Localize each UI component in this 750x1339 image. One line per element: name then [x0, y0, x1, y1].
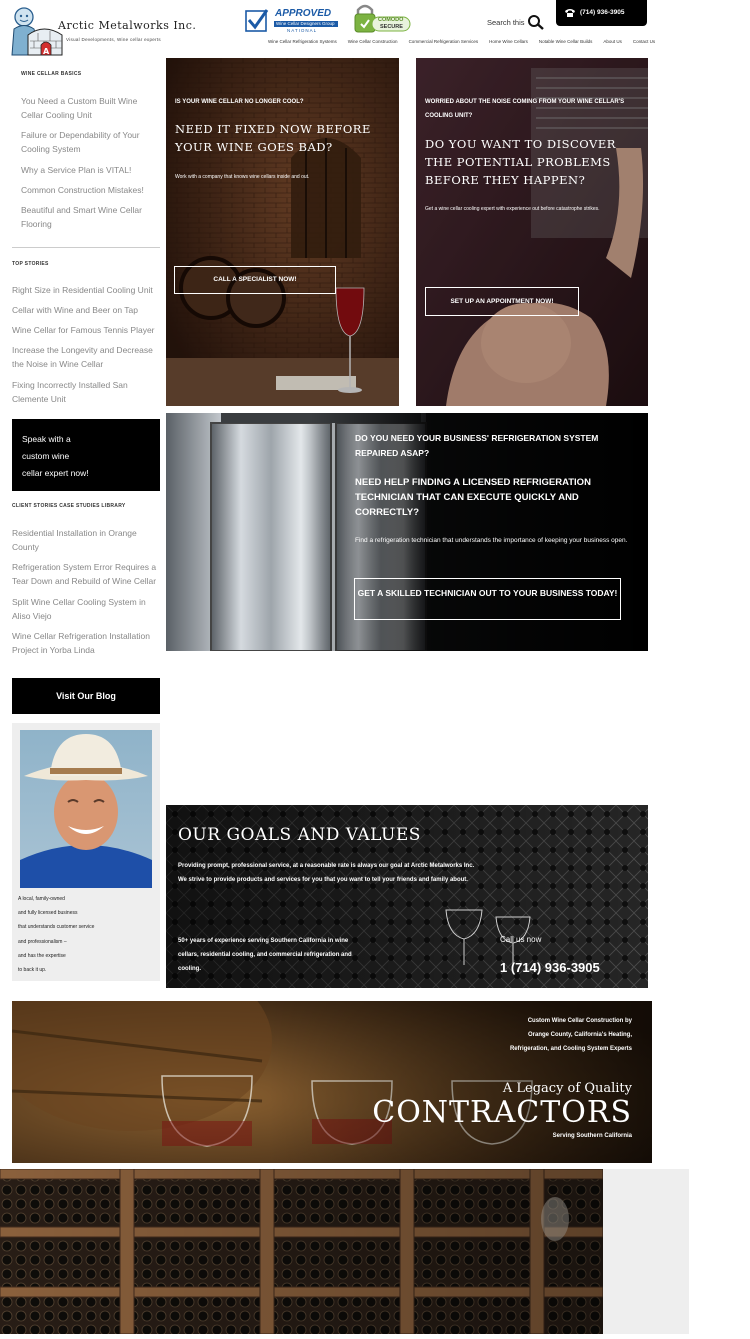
speak-line-2: custom wine [22, 451, 70, 461]
owner-photo [20, 730, 152, 888]
speak-line-3: cellar expert now! [22, 468, 89, 478]
top-navigation: Wine Cellar Refrigeration Systems Wine C… [268, 39, 655, 44]
nav-wine-cellar-construction[interactable]: Wine Cellar Construction [348, 39, 398, 44]
approved-title: APPROVED [275, 8, 332, 19]
story-link-beer-tap[interactable]: Cellar with Wine and Beer on Tap [12, 303, 160, 317]
speak-expert-box[interactable]: Speak with a custom wine cellar expert n… [12, 419, 160, 491]
panel3-headline: NEED HELP FINDING A LICENSED REFRIGERATI… [355, 477, 591, 518]
basics-link-service-plan[interactable]: Why a Service Plan is VITAL! [21, 163, 151, 177]
cellar-bottles-image [0, 1168, 604, 1335]
company-name[interactable]: Arctic Metalworks Inc. [58, 19, 196, 32]
legacy-subtitle: A Legacy of Quality [502, 1081, 632, 1096]
panel1-headline: NEED IT FIXED NOW BEFORE YOUR WINE GOES … [175, 122, 371, 154]
panel1-question: IS YOUR WINE CELLAR NO LONGER COOL? [175, 99, 304, 105]
phone-icon [565, 9, 575, 17]
search-label[interactable]: Search this [487, 18, 525, 27]
get-technician-button[interactable]: GET A SKILLED TECHNICIAN OUT TO YOUR BUS… [354, 578, 621, 620]
legacy-banner: Custom Wine Cellar Construction by Orang… [12, 1001, 652, 1163]
approved-line2: NATIONAL [287, 28, 318, 33]
cellar-arch-background [166, 58, 399, 406]
goals-title: OUR GOALS AND VALUES [178, 825, 421, 845]
visit-blog-button[interactable]: Visit Our Blog [12, 678, 160, 714]
wine-cellar-cool-panel: IS YOUR WINE CELLAR NO LONGER COOL? NEED… [166, 58, 399, 406]
top-stories-heading: TOP STORIES [12, 261, 49, 267]
goals-call-label: Call us now [500, 935, 542, 944]
owner-card: A local, family-owned and fully licensed… [12, 723, 160, 981]
goals-line-2: We strive to provide products and servic… [178, 877, 468, 883]
story-link-longevity-noise[interactable]: Increase the Longevity and Decrease the … [12, 343, 160, 371]
comodo-line2: SECURE [380, 24, 403, 30]
panel3-body: Find a refrigeration technician that und… [355, 537, 628, 544]
story-link-tennis-player[interactable]: Wine Cellar for Famous Tennis Player [12, 323, 160, 337]
owner-caption-5: and has the expertise [18, 952, 66, 959]
nav-contact-us[interactable]: Contact Us [633, 39, 655, 44]
case-link-tear-down[interactable]: Refrigeration System Error Requires a Te… [12, 560, 160, 588]
owner-caption-6: to back it up. [18, 967, 47, 974]
legacy-intro-3: Refrigeration, and Cooling System Expert… [509, 1046, 632, 1052]
basics-link-construction-mistakes[interactable]: Common Construction Mistakes! [21, 183, 151, 197]
nav-about-us[interactable]: About Us [603, 39, 622, 44]
case-link-aliso-viejo[interactable]: Split Wine Cellar Cooling System in Alis… [12, 595, 160, 623]
panel2-question: WORRIED ABOUT THE NOISE COMING FROM YOUR… [425, 99, 625, 119]
side-gray-block [603, 1169, 689, 1334]
svg-text:A: A [43, 47, 50, 56]
sidebar-divider [12, 247, 160, 248]
basics-link-failure[interactable]: Failure or Dependability of Your Cooling… [21, 128, 151, 156]
nav-home-wine-cellars[interactable]: Home Wine Cellars [489, 39, 528, 44]
legacy-intro-1: Custom Wine Cellar Construction by [527, 1018, 632, 1024]
nav-commercial-refrigeration[interactable]: Commercial Refrigeration Services [409, 39, 479, 44]
legacy-intro-2: Orange County, California's Heating, [528, 1032, 632, 1038]
nav-notable-builds[interactable]: Notable Wine Cellar Builds [539, 39, 593, 44]
owner-caption-3: that understands customer service [18, 924, 95, 931]
owner-caption-2: and fully licensed business [18, 910, 78, 917]
wine-cellar-basics-heading: WINE CELLAR BASICS [21, 71, 82, 77]
story-link-san-clemente[interactable]: Fixing Incorrectly Installed San Clement… [12, 378, 142, 406]
set-appointment-button[interactable]: SET UP AN APPOINTMENT NOW! [425, 287, 579, 316]
story-link-right-size[interactable]: Right Size in Residential Cooling Unit [12, 283, 160, 297]
goals-experience: 50+ years of experience serving Southern… [178, 938, 352, 972]
goals-line-1: Providing prompt, professional service, … [178, 863, 475, 869]
call-specialist-button[interactable]: CALL A SPECIALIST NOW! [174, 266, 336, 294]
panel2-headline: DO YOU WANT TO DISCOVER THE POTENTIAL PR… [425, 137, 616, 187]
comodo-secure-badge: COMODO SECURE [352, 2, 412, 34]
approved-badge: APPROVED Wine Cellar Designers Group NAT… [245, 8, 339, 34]
nav-refrigeration-systems[interactable]: Wine Cellar Refrigeration Systems [268, 39, 337, 44]
speak-line-1: Speak with a [22, 434, 71, 444]
case-studies-heading: CLIENT STORIES CASE STUDIES LIBRARY [12, 503, 126, 509]
owner-caption-1: A local, family-owned [18, 896, 65, 902]
company-tagline: Visual Developments, Wine cellar experts [66, 37, 161, 42]
panel2-body: Get a wine cellar cooling expert with ex… [425, 206, 600, 212]
header-phone-number: (714) 936-3905 [580, 9, 625, 16]
noise-panel: WORRIED ABOUT THE NOISE COMING FROM YOUR… [416, 58, 648, 406]
legacy-title: CONTRACTORS [372, 1095, 632, 1130]
phone-header-button[interactable]: (714) 936-3905 [556, 0, 647, 26]
logo-mascot-icon[interactable]: A [10, 5, 74, 59]
approved-line1: Wine Cellar Designers Group [276, 21, 335, 26]
goals-values-section: OUR GOALS AND VALUES Providing prompt, p… [166, 805, 648, 988]
owner-caption-4: and professionalism – [18, 938, 67, 945]
case-link-yorba-linda[interactable]: Wine Cellar Refrigeration Installation P… [12, 629, 160, 657]
panel1-body: Work with a company that knows wine cell… [175, 174, 310, 180]
comodo-line1: COMODO [378, 17, 404, 23]
panel3-question: DO YOU NEED YOUR BUSINESS' REFRIGERATION… [355, 433, 599, 458]
case-link-orange-county[interactable]: Residential Installation in Orange Count… [12, 526, 152, 554]
basics-link-flooring[interactable]: Beautiful and Smart Wine Cellar Flooring [21, 203, 151, 231]
goals-call-number[interactable]: 1 (714) 936-3905 [500, 960, 600, 975]
bottle-rack-graphic [0, 1168, 604, 1335]
search-icon[interactable] [527, 14, 545, 30]
basics-link-custom-unit[interactable]: You Need a Custom Built Wine Cellar Cool… [21, 94, 151, 122]
business-refrigeration-panel: DO YOU NEED YOUR BUSINESS' REFRIGERATION… [166, 413, 648, 651]
legacy-serving: Serving Southern California [552, 1133, 632, 1139]
